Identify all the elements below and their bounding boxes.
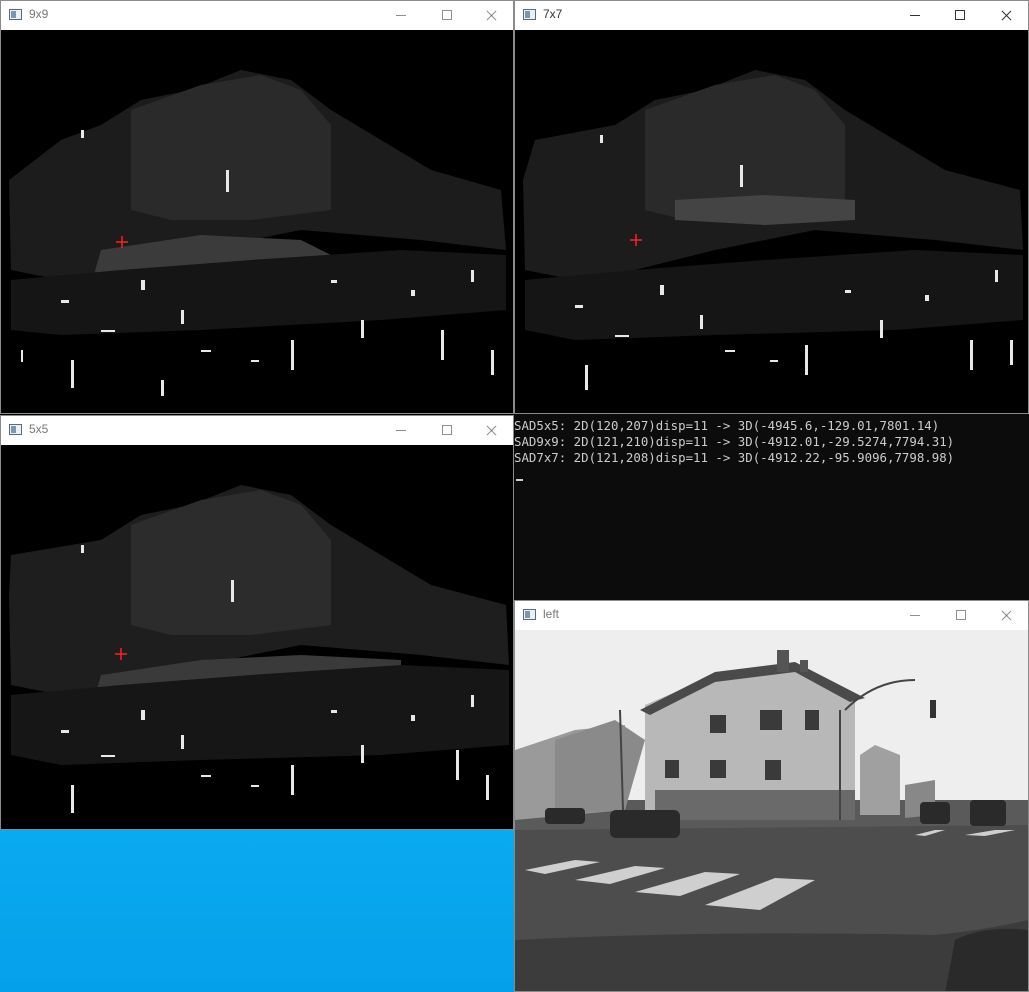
maximize-button[interactable] — [424, 1, 470, 30]
disparity-image-5x5[interactable] — [1, 445, 513, 829]
window-title: 5x5 — [29, 422, 49, 436]
close-button[interactable] — [983, 1, 1028, 30]
minimize-button[interactable] — [378, 1, 424, 30]
window-title: 9x9 — [29, 7, 49, 21]
app-window-icon — [523, 9, 536, 20]
window-title: left — [543, 607, 560, 621]
close-button[interactable] — [468, 416, 513, 445]
minimize-button[interactable] — [892, 601, 938, 630]
minimize-button[interactable] — [378, 416, 424, 445]
console-cursor — [516, 479, 523, 481]
titlebar-7x7[interactable]: 7x7 — [515, 1, 1028, 30]
titlebar-left[interactable]: left — [515, 601, 1028, 630]
window-title: 7x7 — [543, 7, 563, 21]
app-window-icon — [9, 9, 22, 20]
window-5x5[interactable]: 5x5 — [0, 415, 514, 830]
titlebar-5x5[interactable]: 5x5 — [1, 416, 513, 445]
console-output[interactable]: SAD5x5: 2D(120,207)disp=11 -> 3D(-4945.6… — [514, 414, 1029, 600]
maximize-button[interactable] — [937, 1, 983, 30]
disparity-image-9x9[interactable] — [1, 30, 513, 413]
disparity-image-7x7[interactable] — [515, 30, 1028, 413]
window-9x9[interactable]: 9x9 — [0, 0, 514, 414]
maximize-button[interactable] — [938, 601, 984, 630]
left-camera-image[interactable] — [515, 630, 1028, 991]
window-7x7[interactable]: 7x7 — [514, 0, 1029, 414]
minimize-button[interactable] — [892, 1, 938, 30]
console-line: SAD9x9: 2D(121,210)disp=11 -> 3D(-4912.0… — [514, 434, 955, 449]
close-button[interactable] — [983, 601, 1028, 630]
app-window-icon — [9, 424, 22, 435]
maximize-button[interactable] — [424, 416, 470, 445]
window-left[interactable]: left — [514, 600, 1029, 992]
close-button[interactable] — [468, 1, 513, 30]
desktop-background — [0, 829, 514, 992]
console-line: SAD7x7: 2D(121,208)disp=11 -> 3D(-4912.2… — [514, 450, 955, 465]
app-window-icon — [523, 609, 536, 620]
console-line: SAD5x5: 2D(120,207)disp=11 -> 3D(-4945.6… — [514, 418, 940, 433]
titlebar-9x9[interactable]: 9x9 — [1, 1, 513, 30]
